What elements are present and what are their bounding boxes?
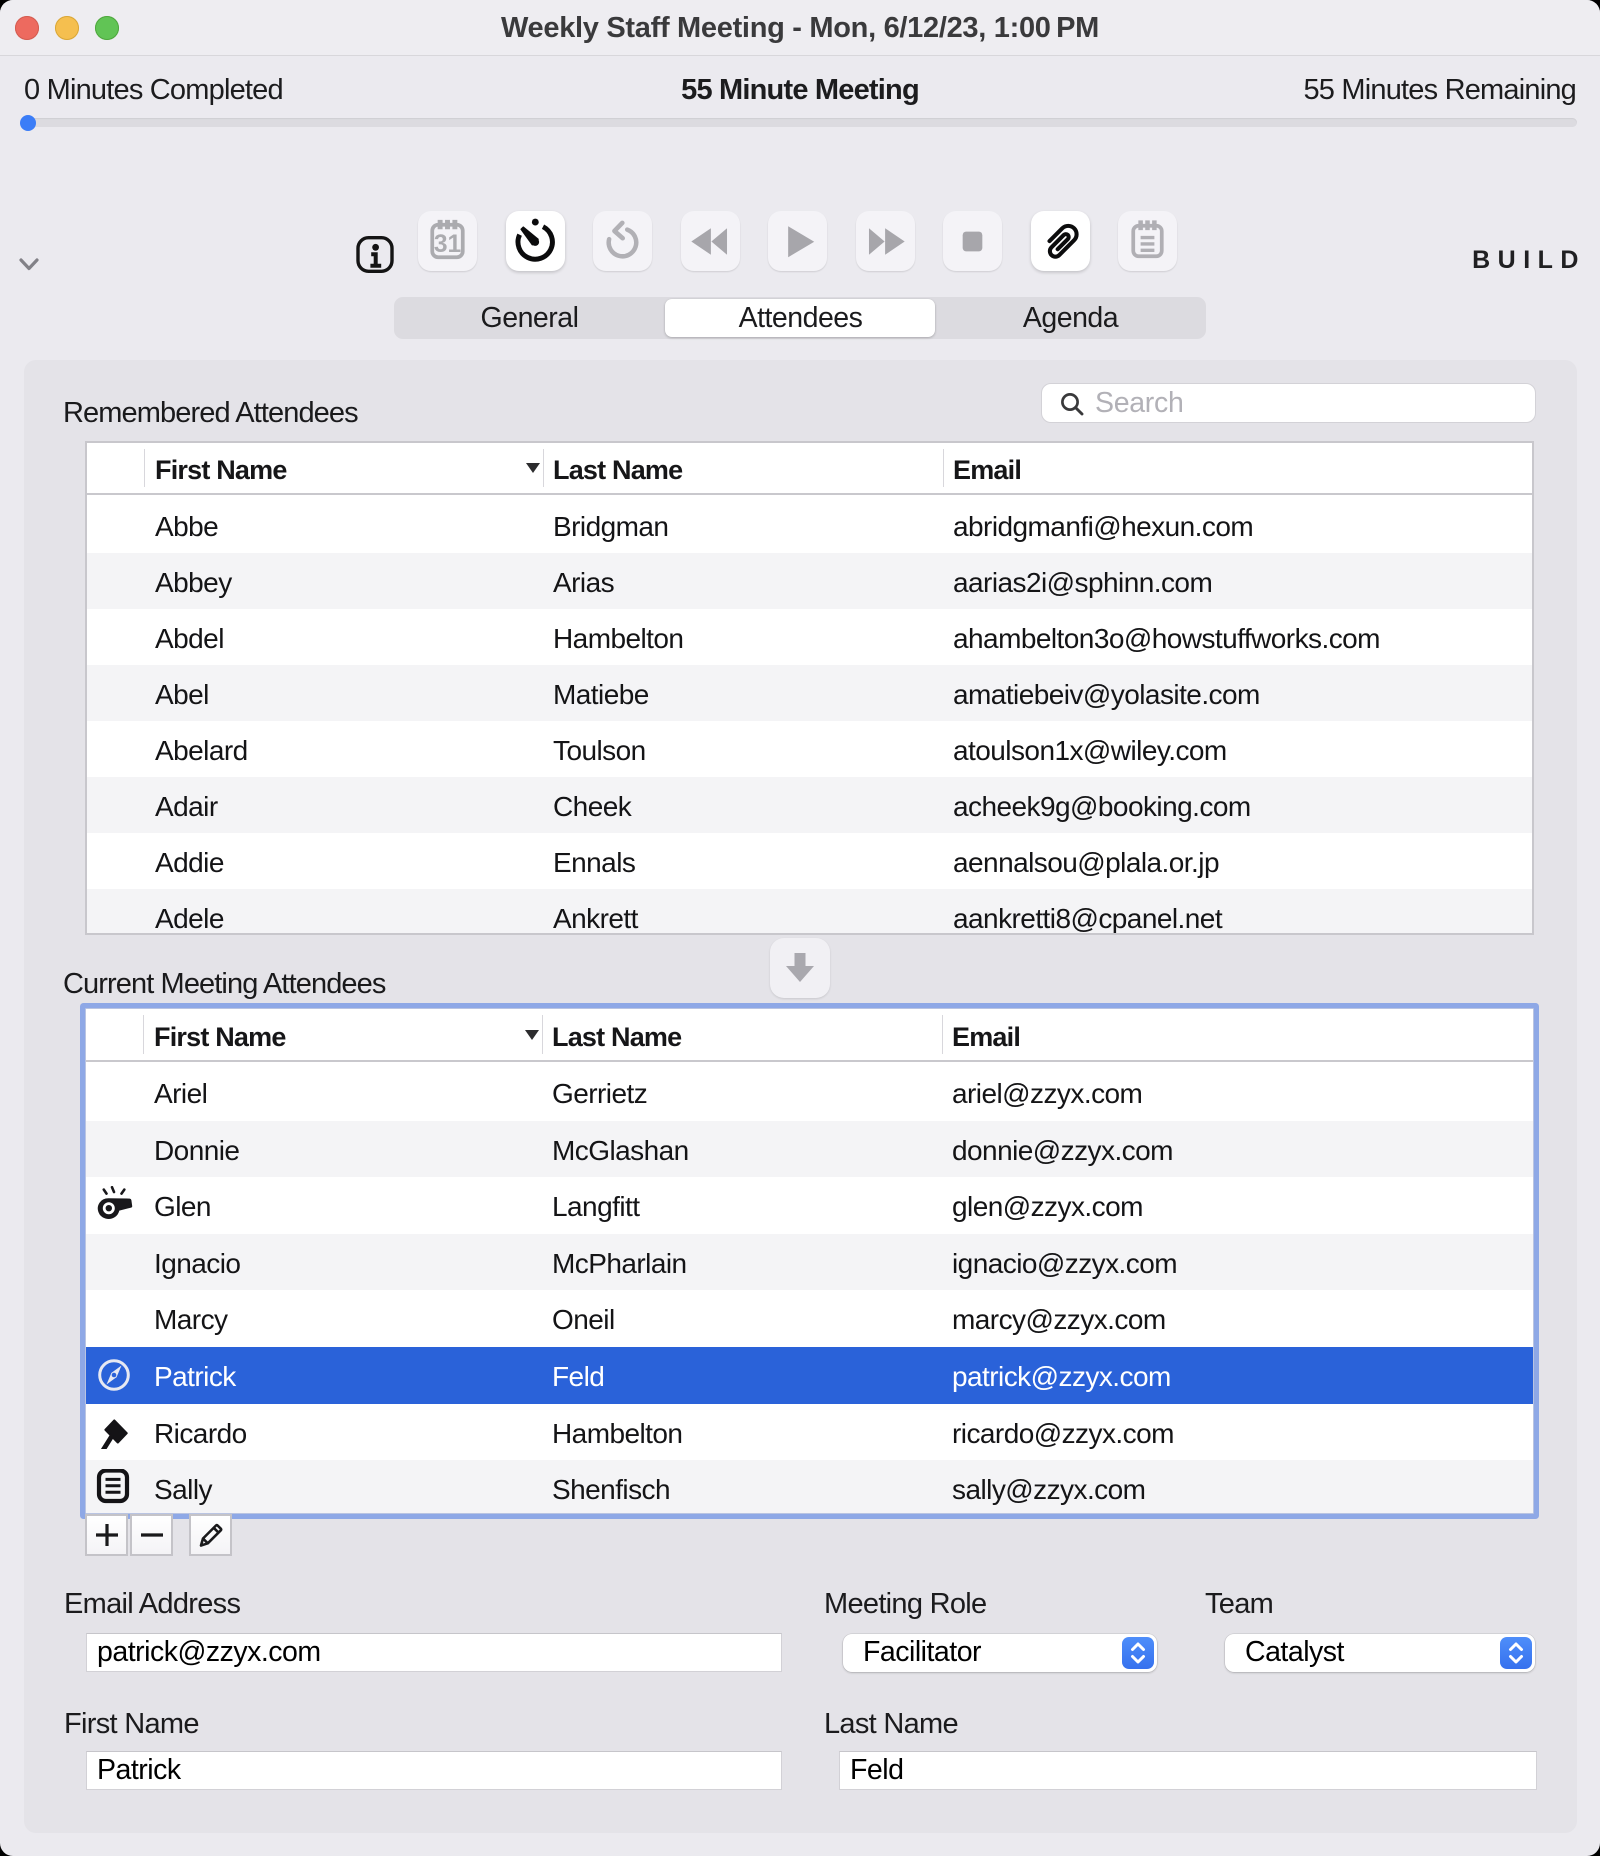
svg-text:31: 31 bbox=[434, 231, 461, 258]
